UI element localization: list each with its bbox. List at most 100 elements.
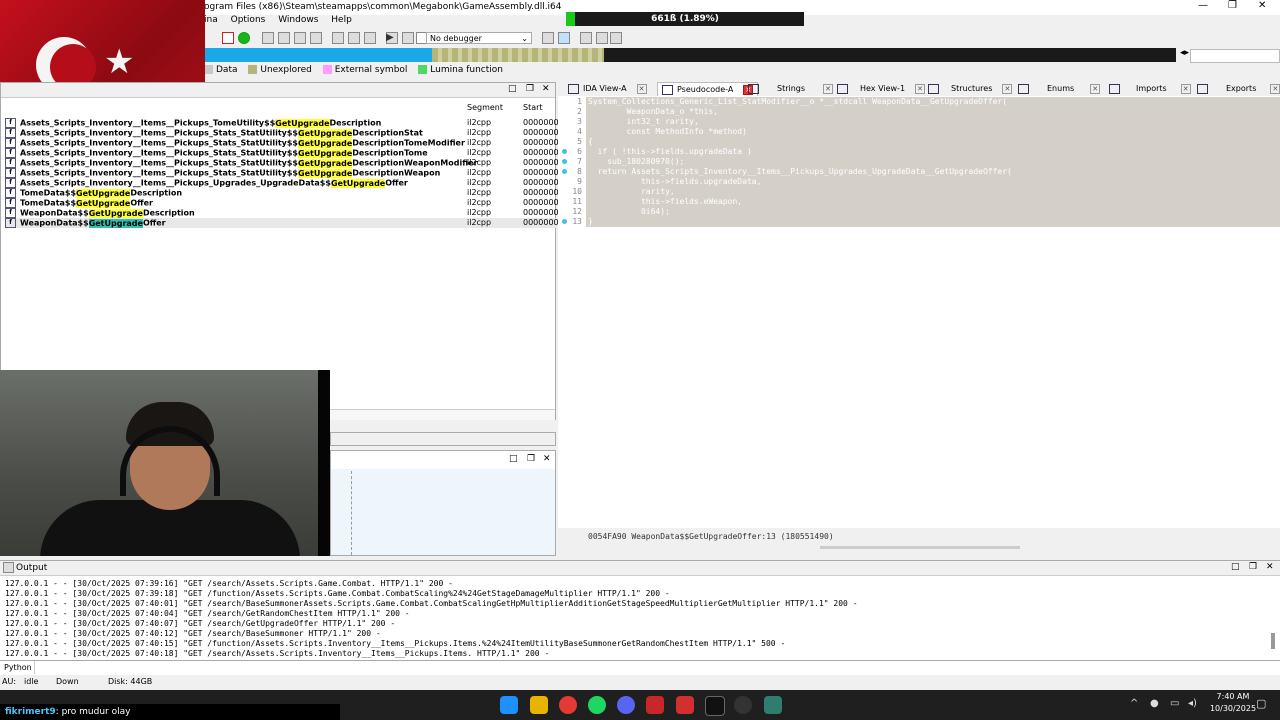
tool-icon[interactable] <box>402 32 414 44</box>
close-button[interactable]: ✕ <box>1258 0 1266 11</box>
function-row[interactable]: f WeaponData$$GetUpgradeDescription il2cpp… <box>5 208 559 218</box>
spotify-icon[interactable] <box>588 696 606 714</box>
code-line[interactable]: } <box>588 217 593 226</box>
code-line[interactable]: if ( !this->fields.upgradeData ) <box>588 147 752 156</box>
close-icon[interactable]: ✕ <box>636 83 647 94</box>
breakpoint-marker[interactable] <box>562 159 567 164</box>
volume-icon[interactable]: ◂) <box>1188 698 1197 709</box>
run-icon[interactable] <box>238 32 250 44</box>
code-line[interactable]: WeaponData_o *this, <box>588 107 719 116</box>
microphone-icon[interactable]: ● <box>1150 698 1159 709</box>
clock-time[interactable]: 7:40 AM <box>1208 692 1258 701</box>
function-row[interactable]: f WeaponData$$GetUpgradeOffer il2cpp 000000… <box>5 218 559 228</box>
breakpoint-marker[interactable] <box>562 169 567 174</box>
close-icon[interactable]: ✕ <box>1266 562 1274 572</box>
close-icon[interactable]: ✕ <box>915 83 926 94</box>
close-icon[interactable]: ✕ <box>1002 83 1013 94</box>
code-line[interactable]: sub_180280970(); <box>588 157 684 166</box>
close-icon[interactable]: ✕ <box>543 454 551 464</box>
code-scrollbar[interactable] <box>820 546 1020 549</box>
minimize-button[interactable]: — <box>1198 0 1208 11</box>
graph-icon[interactable] <box>222 32 234 44</box>
code-line[interactable]: this->fields.eWeapon, <box>588 197 742 206</box>
menu-item-ina[interactable]: ina <box>204 15 218 25</box>
nav-arrow-icon[interactable]: ◂▸ <box>1180 48 1189 58</box>
close-icon[interactable]: ✕ <box>542 84 550 94</box>
play-icon[interactable]: ▶ <box>386 32 396 43</box>
code-line[interactable]: int32_t rarity, <box>588 117 699 126</box>
function-row[interactable]: f Assets_Scripts_Inventory__Items__Pickup… <box>5 168 559 178</box>
tool-icon[interactable] <box>348 32 360 44</box>
app-icon[interactable] <box>646 696 664 714</box>
ida-icon[interactable] <box>764 696 782 714</box>
function-row[interactable]: f Assets_Scripts_Inventory__Items__Pickup… <box>5 148 559 158</box>
close-icon[interactable]: ✕ <box>1180 83 1191 94</box>
restore-icon[interactable]: ❐ <box>527 454 535 464</box>
restore-button[interactable]: ❐ <box>1228 0 1237 11</box>
close-icon[interactable] <box>364 32 376 44</box>
tool-icon[interactable] <box>596 32 608 44</box>
network-icon[interactable]: ▭ <box>1170 698 1179 709</box>
tray-chevron-icon[interactable]: ^ <box>1130 698 1138 709</box>
tab-pseudocode-a[interactable]: Pseudocode-A ✕ <box>657 82 759 97</box>
tab-strings[interactable]: Strings ✕ <box>748 82 834 96</box>
close-icon[interactable]: ✕ <box>1270 83 1280 94</box>
python-button[interactable]: Python <box>4 663 32 672</box>
breakpoint-marker[interactable] <box>562 149 567 154</box>
tool-icon[interactable] <box>558 32 570 44</box>
column-header-start[interactable]: Start <box>523 103 543 112</box>
function-row[interactable]: f TomeData$$GetUpgradeDescription il2cpp 00… <box>5 188 559 198</box>
python-input[interactable] <box>34 661 1279 674</box>
restore-icon[interactable]: ❐ <box>1249 562 1257 572</box>
code-line[interactable]: this->fields.upgradeData, <box>588 177 761 186</box>
discord-icon[interactable] <box>617 696 635 714</box>
function-row[interactable]: f Assets_Scripts_Inventory__Items__Pickup… <box>5 158 559 168</box>
maximize-icon[interactable]: □ <box>509 454 518 464</box>
code-line[interactable]: rarity, <box>588 187 675 196</box>
code-line[interactable]: { <box>588 137 593 146</box>
app-icon[interactable] <box>676 696 694 714</box>
maximize-icon[interactable]: □ <box>508 84 517 94</box>
tool-icon[interactable] <box>580 32 592 44</box>
menu-item-windows[interactable]: Windows <box>278 15 318 25</box>
tool-icon[interactable] <box>278 32 290 44</box>
clock-date[interactable]: 10/30/2025 <box>1206 704 1260 713</box>
start-icon[interactable] <box>500 696 518 714</box>
close-icon[interactable]: ✕ <box>1090 83 1101 94</box>
function-row[interactable]: f Assets_Scripts_Inventory__Items__Pickup… <box>5 118 559 128</box>
menu-item-help[interactable]: Help <box>331 15 352 25</box>
tab-enums[interactable]: Enums ✕ <box>1018 82 1101 96</box>
obs-icon[interactable] <box>734 696 752 714</box>
breakpoint-marker[interactable] <box>562 219 567 224</box>
file-explorer-icon[interactable] <box>530 696 548 714</box>
function-row[interactable]: f Assets_Scripts_Inventory__Items__Pickup… <box>5 178 559 188</box>
code-line[interactable]: 0i64); <box>588 207 670 216</box>
code-line[interactable]: const MethodInfo *method) <box>588 127 747 136</box>
function-row[interactable]: f Assets_Scripts_Inventory__Items__Pickup… <box>5 138 559 148</box>
tab-ida-view-a[interactable]: IDA View-A ✕ <box>568 82 647 96</box>
app-icon[interactable] <box>705 696 725 716</box>
tool-icon[interactable] <box>262 32 274 44</box>
code-line[interactable]: System_Collections_Generic_List_StatModi… <box>588 97 1007 106</box>
chrome-icon[interactable] <box>559 696 577 714</box>
tool-icon[interactable] <box>610 32 622 44</box>
tool-icon[interactable] <box>332 32 344 44</box>
debugger-select[interactable]: No debugger ⌄ <box>426 32 532 44</box>
code-line[interactable]: return Assets_Scripts_Inventory__Items__… <box>588 167 1012 176</box>
menu-item-options[interactable]: Options <box>231 15 266 25</box>
maximize-icon[interactable]: □ <box>1231 562 1240 572</box>
output-scrollbar[interactable] <box>1271 633 1275 649</box>
tab-imports[interactable]: Imports ✕ <box>1109 82 1191 96</box>
close-icon[interactable]: ✕ <box>823 83 834 94</box>
tool-icon[interactable] <box>310 32 322 44</box>
function-row[interactable]: f TomeData$$GetUpgradeOffer il2cpp 0000000 <box>5 198 559 208</box>
navigation-band[interactable] <box>204 48 1176 62</box>
nav-select[interactable] <box>1190 49 1280 63</box>
tab-hex-view-1[interactable]: Hex View-1 ✕ <box>837 82 926 96</box>
tool-icon[interactable] <box>294 32 306 44</box>
notification-icon[interactable]: ▢ <box>1256 697 1266 710</box>
restore-icon[interactable]: ❐ <box>526 84 534 94</box>
tab-exports[interactable]: Exports ✕ <box>1197 82 1280 96</box>
function-row[interactable]: f Assets_Scripts_Inventory__Items__Pickup… <box>5 128 559 138</box>
tool-icon[interactable] <box>542 32 554 44</box>
